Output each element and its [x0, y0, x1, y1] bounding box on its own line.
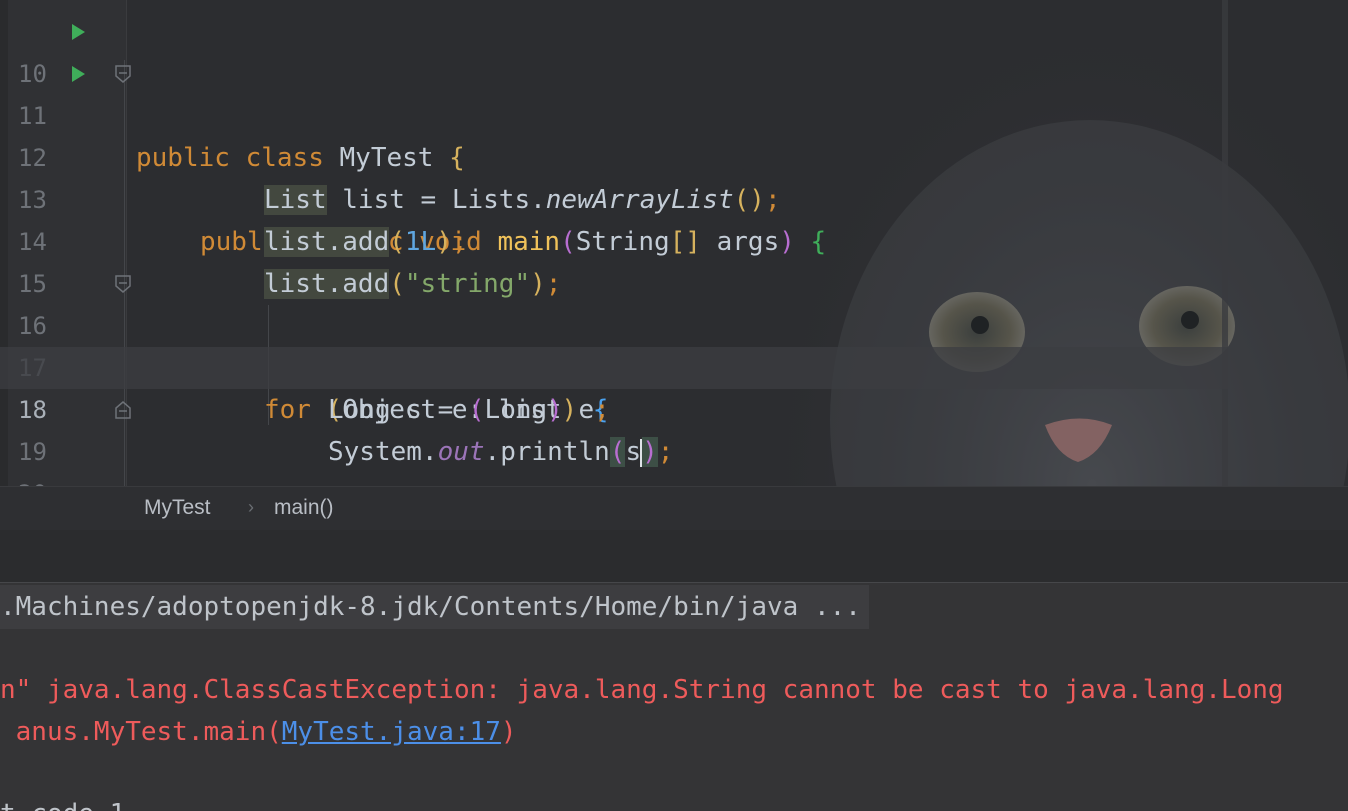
chevron-right-icon: › [248, 497, 254, 517]
fold-icon[interactable] [115, 275, 131, 293]
console-error-line: n" java.lang.ClassCastException: java.la… [0, 675, 1284, 705]
code-line-17[interactable]: 17 Long s = (Long) e; [0, 305, 1230, 425]
fold-icon[interactable] [115, 65, 131, 83]
fold-icon[interactable] [115, 401, 131, 419]
code-line-15[interactable]: 15 [0, 221, 1230, 298]
console-stack-line: anus.MyTest.main(MyTest.java:17) [0, 711, 517, 753]
breadcrumb: MyTest › main() [0, 486, 1348, 531]
stack-text: anus.MyTest.main( [0, 717, 282, 747]
code-line-11[interactable]: 11 public static void main(String[] args… [0, 53, 1230, 257]
console-exit-line: t code 1 [0, 793, 125, 811]
code-line-18[interactable]: 18 System.out.println(s); [0, 347, 1230, 467]
run-method-icon[interactable] [72, 66, 85, 82]
code-line-13[interactable]: 13 list.add(1L); [0, 137, 1230, 257]
console-command-line: .Machines/adoptopenjdk-8.jdk/Contents/Ho… [0, 585, 869, 629]
code-line-20[interactable]: 20 [0, 431, 1230, 486]
code-line-10[interactable]: 10 public class MyTest { [0, 11, 1230, 173]
code-line-19[interactable]: 19 } [0, 389, 1230, 466]
stack-text: ) [500, 717, 517, 747]
breadcrumb-class[interactable]: MyTest [144, 496, 211, 520]
code-line-16[interactable]: 16 for (Object e: list) { [0, 263, 1230, 425]
source-link[interactable]: MyTest.java:17 [282, 717, 501, 747]
run-console[interactable]: .Machines/adoptopenjdk-8.jdk/Contents/Ho… [0, 582, 1348, 811]
line-number: 20 [18, 473, 58, 486]
breadcrumb-method[interactable]: main() [274, 496, 334, 520]
code-editor[interactable]: 10 public class MyTest { 11 public stati… [0, 0, 1348, 486]
panel-divider [0, 530, 1348, 582]
code-line-12[interactable]: 12 List list = Lists.newArrayList(); [0, 95, 1230, 215]
code-line-14[interactable]: 14 list.add("string"); [0, 179, 1230, 299]
run-class-icon[interactable] [72, 24, 85, 40]
